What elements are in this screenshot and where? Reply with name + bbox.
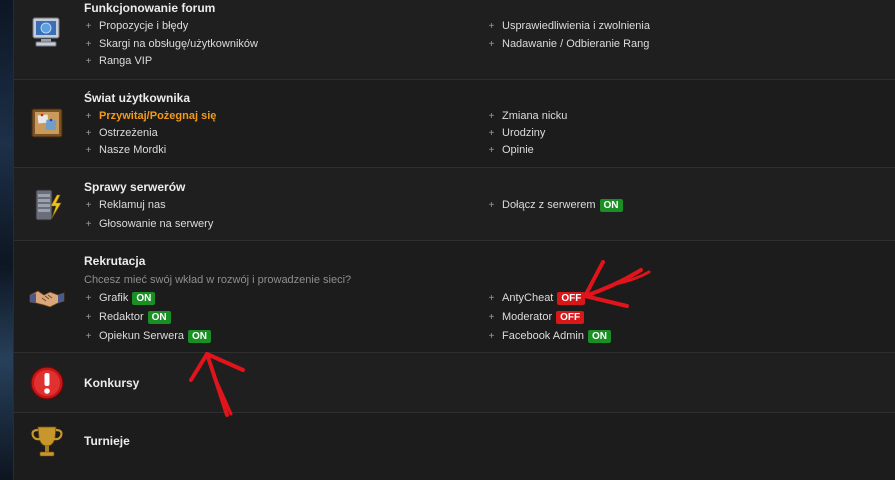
forum-board: Funkcjonowanie forum + Propozycje i błędy…	[13, 0, 895, 480]
plus-bullet-icon: +	[85, 55, 92, 67]
status-badge-off: OFF	[556, 310, 585, 324]
plus-bullet-icon: +	[85, 330, 92, 342]
subforum-facebook-admin[interactable]: + Facebook Admin ON	[487, 329, 611, 343]
plus-bullet-icon: +	[85, 144, 92, 156]
plus-bullet-icon: +	[85, 311, 92, 323]
plus-bullet-icon: +	[488, 127, 495, 139]
subforum-dolacz-z-serwerem[interactable]: + Dołącz z serwerem ON	[487, 198, 623, 212]
plus-bullet-icon: +	[488, 311, 495, 323]
status-badge-on: ON	[188, 329, 211, 343]
computer-globe-icon	[28, 14, 66, 52]
forum-row-turnieje: Turnieje	[14, 413, 895, 480]
subforum-nadawanie-rang[interactable]: + Nadawanie / Odbieranie Rang	[487, 37, 650, 51]
plus-bullet-icon: +	[488, 199, 495, 211]
status-badge-off: OFF	[557, 291, 586, 305]
status-badge-on: ON	[132, 291, 156, 305]
subforum-opiekun-serwera[interactable]: + Opiekun Serwera ON	[84, 329, 211, 343]
plus-bullet-icon: +	[85, 38, 92, 50]
forum-row-konkursy: Konkursy	[14, 353, 895, 413]
forum-title-turnieje[interactable]: Turnieje	[84, 434, 130, 448]
background-artwork-strip	[0, 0, 13, 480]
forum-description-rekrutacja: Chcesz mieć swój wkład w rozwój i prowad…	[84, 274, 352, 286]
plus-bullet-icon: +	[488, 330, 495, 342]
forum-row-sprawy-serwerow: Sprawy serwerów + Reklamuj nas + Głosowani…	[14, 168, 895, 241]
status-badge-on: ON	[147, 310, 171, 324]
handshake-icon	[28, 279, 66, 317]
subforum-urodziny[interactable]: + Urodziny	[487, 126, 546, 140]
plus-bullet-icon: +	[488, 292, 495, 304]
forum-title-swiat-uzytkownika[interactable]: Świat użytkownika	[84, 91, 190, 105]
forum-title-sprawy-serwerow[interactable]: Sprawy serwerów	[84, 180, 185, 194]
corkboard-icon	[28, 104, 66, 142]
subforum-glosowanie[interactable]: + Głosowanie na serwery	[84, 217, 214, 231]
subforum-usprawiedliwienia[interactable]: + Usprawiedliwienia i zwolnienia	[487, 19, 650, 33]
subforum-grafik[interactable]: + Grafik ON	[84, 291, 156, 305]
subforum-moderator[interactable]: + Moderator OFF	[487, 310, 585, 324]
plus-bullet-icon: +	[85, 199, 92, 211]
plus-bullet-icon: +	[85, 218, 92, 230]
status-badge-on: ON	[599, 198, 623, 212]
plus-bullet-icon: +	[488, 110, 495, 122]
server-lightning-icon	[28, 186, 66, 224]
plus-bullet-icon: +	[85, 20, 92, 32]
subforum-zmiana-nicku[interactable]: + Zmiana nicku	[487, 109, 568, 123]
plus-bullet-icon: +	[488, 144, 495, 156]
forum-title-funkcjonowanie[interactable]: Funkcjonowanie forum	[84, 1, 215, 15]
subforum-reklamuj-nas[interactable]: + Reklamuj nas	[84, 198, 166, 212]
forum-title-rekrutacja[interactable]: Rekrutacja	[84, 254, 145, 268]
subforum-opinie[interactable]: + Opinie	[487, 143, 534, 157]
subforum-ranga-vip[interactable]: + Ranga VIP	[84, 54, 153, 68]
forum-row-swiat-uzytkownika: Świat użytkownika + Przywitaj/Pożegnaj si…	[14, 80, 895, 168]
subforum-propozycje[interactable]: + Propozycje i błędy	[84, 19, 189, 33]
subforum-antycheat[interactable]: + AntyCheat OFF	[487, 291, 586, 305]
subforum-przywitaj[interactable]: + Przywitaj/Pożegnaj się	[84, 109, 217, 123]
trophy-icon	[28, 423, 66, 461]
status-badge-on: ON	[587, 329, 611, 343]
plus-bullet-icon: +	[488, 38, 495, 50]
subforum-ostrzezenia[interactable]: + Ostrzeżenia	[84, 126, 158, 140]
subforum-nasze-mordki[interactable]: + Nasze Mordki	[84, 143, 167, 157]
forum-row-rekrutacja: Rekrutacja Chcesz mieć swój wkład w rozw…	[14, 241, 895, 353]
subforum-redaktor[interactable]: + Redaktor ON	[84, 310, 171, 324]
subforum-skargi[interactable]: + Skargi na obsługę/użytkowników	[84, 37, 258, 51]
plus-bullet-icon: +	[85, 127, 92, 139]
forum-row-funkcjonowanie: Funkcjonowanie forum + Propozycje i błędy…	[14, 0, 895, 80]
plus-bullet-icon: +	[85, 110, 92, 122]
plus-bullet-icon: +	[85, 292, 92, 304]
plus-bullet-icon: +	[488, 20, 495, 32]
forum-title-konkursy[interactable]: Konkursy	[84, 376, 139, 390]
exclamation-icon	[28, 364, 66, 402]
